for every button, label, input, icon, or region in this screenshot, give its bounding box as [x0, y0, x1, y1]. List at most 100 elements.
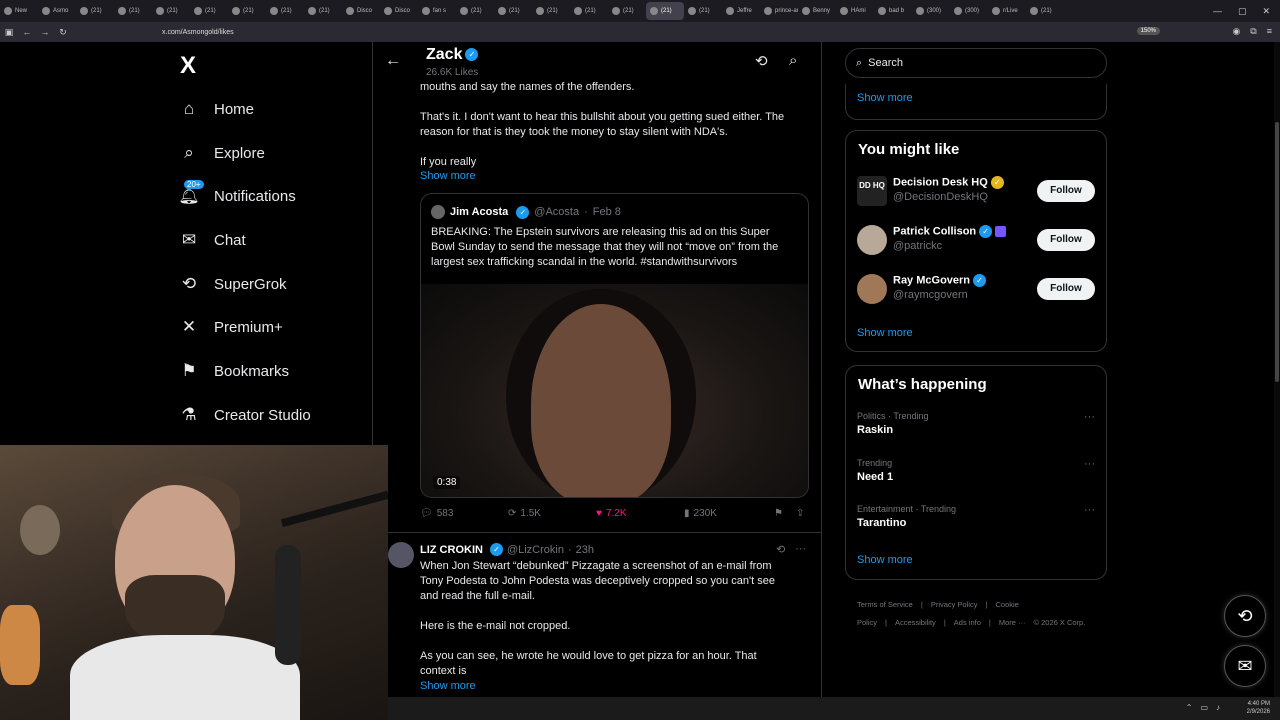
follow-button[interactable]: Follow [1037, 180, 1095, 202]
author-name[interactable]: LIZ CROKIN [420, 544, 483, 556]
video-player[interactable]: 0:38 [421, 284, 808, 497]
avatar[interactable]: DD HQ [857, 176, 887, 206]
quoted-tweet-date[interactable]: Feb 8 [593, 206, 621, 218]
browser-tab[interactable]: (300) [950, 2, 988, 20]
scrollbar-thumb[interactable] [1275, 122, 1279, 382]
chevron-up-icon[interactable]: ⌃ [1186, 703, 1193, 712]
quoted-author-name[interactable]: Jim Acosta [450, 206, 508, 218]
browser-tab[interactable]: (300) [912, 2, 950, 20]
repost-button[interactable]: ⟳ 1.5K [508, 508, 541, 519]
avatar[interactable] [857, 225, 887, 255]
show-more-link[interactable]: Show more [420, 680, 476, 692]
browser-tab[interactable]: (21) [1026, 2, 1064, 20]
grok-icon[interactable]: ⟲ [755, 52, 768, 70]
sidebar-item-premium[interactable]: ✕ Premium+ [178, 312, 283, 342]
browser-tab[interactable]: New [0, 2, 38, 20]
avatar[interactable] [388, 542, 414, 568]
browser-tab[interactable]: prince-an [760, 2, 798, 20]
browser-tab[interactable]: (21) [456, 2, 494, 20]
quoted-author-handle[interactable]: @Acosta [534, 206, 579, 218]
footer-link[interactable]: Ads info [954, 618, 981, 627]
browser-tab[interactable]: Disco [380, 2, 418, 20]
extensions-icon[interactable]: ⧉ [1250, 26, 1256, 37]
forward-icon[interactable]: → [36, 27, 54, 37]
browser-tab[interactable]: (21) [684, 2, 722, 20]
browser-tab[interactable]: Benny [798, 2, 836, 20]
browser-tab[interactable]: Disco [342, 2, 380, 20]
back-icon[interactable]: ← [18, 27, 36, 37]
search-icon[interactable]: ⌕ [789, 52, 797, 69]
browser-tab[interactable]: (21) [304, 2, 342, 20]
avatar[interactable] [431, 205, 445, 219]
like-button[interactable]: ♥ 7.2K [596, 508, 627, 519]
address-bar[interactable]: x.com/Asmongold/likes [162, 29, 234, 36]
sidebar-item-chat[interactable]: ✉ Chat [178, 225, 246, 255]
browser-tab[interactable]: (21) [76, 2, 114, 20]
browser-tab[interactable]: bad b [874, 2, 912, 20]
clock[interactable]: 4:40 PM 2/9/2026 [1247, 700, 1270, 716]
bookmark-button[interactable]: ⚑ [774, 508, 783, 519]
views-button[interactable]: ▮ 230K [684, 508, 717, 519]
more-options-icon[interactable]: ··· [795, 543, 806, 556]
x-logo[interactable]: X [180, 52, 196, 80]
scrollbar[interactable] [1274, 42, 1280, 697]
sidebar-item-bookmarks[interactable]: ⚑ Bookmarks [178, 356, 289, 386]
browser-tab[interactable]: fan s [418, 2, 456, 20]
footer-link[interactable]: Privacy Policy [931, 600, 978, 609]
share-button[interactable]: ⇪ [796, 508, 804, 519]
reload-icon[interactable]: ↻ [54, 27, 72, 38]
quoted-tweet[interactable]: Jim Acosta ✓ @Acosta · Feb 8 BREAKING: T… [420, 193, 809, 498]
follow-suggestion[interactable]: Ray McGovern ✓ @raymcgovern Follow [857, 272, 1097, 306]
show-more-link[interactable]: Show more [857, 327, 913, 339]
back-arrow-icon[interactable]: ← [385, 52, 401, 70]
grok-icon[interactable]: ⟲ [776, 543, 785, 556]
suggestion-handle[interactable]: @raymcgovern [893, 289, 968, 301]
sidebar-item-home[interactable]: ⌂ Home [178, 94, 254, 124]
volume-icon[interactable]: ♪ [1216, 703, 1220, 712]
follow-button[interactable]: Follow [1037, 278, 1095, 300]
menu-icon[interactable]: ≡ [1267, 26, 1272, 37]
sidebar-item-explore[interactable]: ⌕ Explore [178, 138, 265, 168]
grok-fab-button[interactable]: ⟲ [1224, 595, 1266, 637]
suggestion-name[interactable]: Patrick Collison ✓ [893, 225, 1007, 238]
maximize-icon[interactable]: ▢ [1238, 6, 1247, 17]
sidebar-item-supergrok[interactable]: ⟲ SuperGrok [178, 269, 287, 299]
browser-tab[interactable]: (21) [608, 2, 646, 20]
browser-tab[interactable]: (21) [570, 2, 608, 20]
trend-item[interactable]: Politics · Trending Raskin ··· [857, 411, 1097, 436]
avatar[interactable] [857, 274, 887, 304]
browser-tab[interactable]: (21) [494, 2, 532, 20]
suggestion-handle[interactable]: @patrickc [893, 240, 942, 252]
browser-tab[interactable]: (21) [646, 2, 684, 20]
messages-fab-button[interactable]: ✉ [1224, 645, 1266, 687]
tweet-time[interactable]: 23h [576, 544, 594, 556]
zoom-indicator[interactable]: 150% [1136, 27, 1160, 35]
browser-tab[interactable]: Asmo [38, 2, 76, 20]
show-more-link[interactable]: Show more [420, 170, 476, 182]
footer-link[interactable]: Accessibility [895, 618, 936, 627]
browser-tab[interactable]: (21) [228, 2, 266, 20]
reply-button[interactable]: 💬︎ 583 [420, 508, 453, 519]
sidebar-toggle-icon[interactable]: ▣ [0, 27, 18, 38]
trend-item[interactable]: Trending Need 1 ··· [857, 458, 1097, 483]
browser-tab[interactable]: (21) [152, 2, 190, 20]
more-options-icon[interactable]: ··· [1084, 411, 1095, 423]
search-input[interactable]: ⌕ Search [845, 48, 1107, 78]
browser-tab[interactable]: Jeffre [722, 2, 760, 20]
footer-link[interactable]: More ··· [999, 618, 1026, 627]
close-icon[interactable]: ✕ [1262, 6, 1270, 17]
follow-suggestion[interactable]: Patrick Collison ✓ @patrickc Follow [857, 223, 1097, 257]
more-options-icon[interactable]: ··· [1084, 504, 1095, 516]
follow-button[interactable]: Follow [1037, 229, 1095, 251]
browser-tab[interactable]: (21) [190, 2, 228, 20]
network-icon[interactable]: ▭ [1200, 703, 1208, 712]
browser-tab[interactable]: (21) [266, 2, 304, 20]
author-handle[interactable]: @LizCrokin [507, 544, 564, 556]
more-options-icon[interactable]: ··· [1084, 458, 1095, 470]
sidebar-item-creator-studio[interactable]: ⚗ Creator Studio [178, 400, 310, 430]
show-more-link[interactable]: Show more [857, 92, 913, 104]
browser-tab[interactable]: r/Live [988, 2, 1026, 20]
suggestion-name[interactable]: Ray McGovern ✓ [893, 274, 987, 287]
account-icon[interactable]: ◉ [1232, 26, 1240, 37]
browser-tab[interactable]: (21) [114, 2, 152, 20]
